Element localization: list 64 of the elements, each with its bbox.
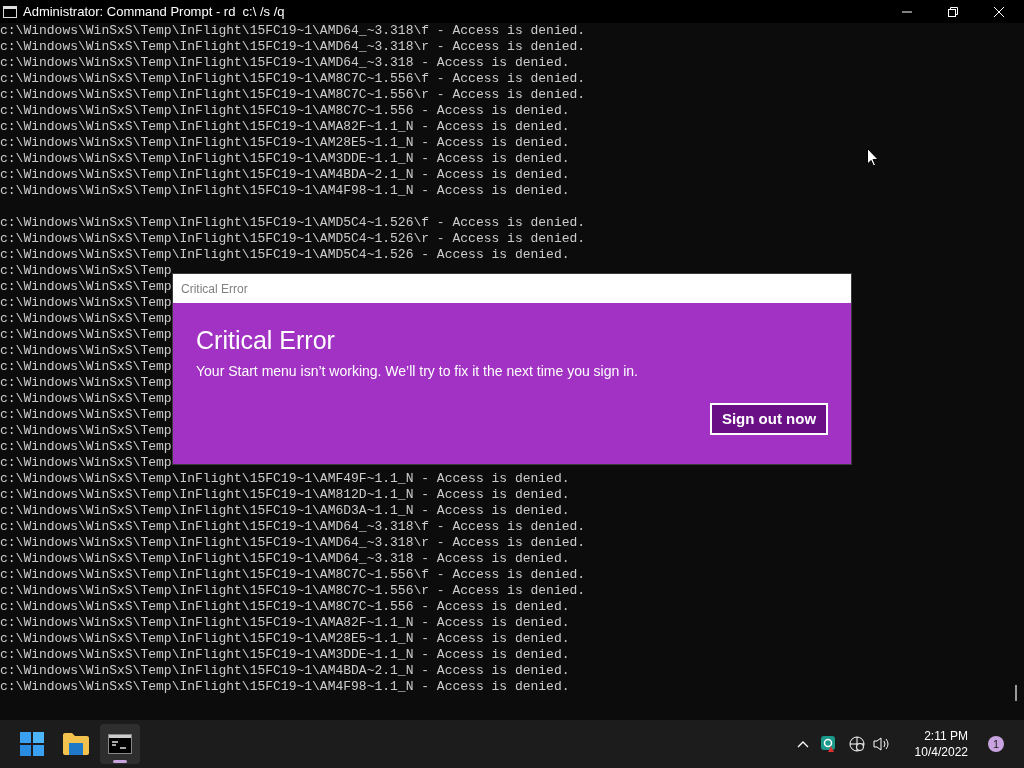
console-line: c:\Windows\WinSxS\Temp\InFlight\15FC19~1\AM28E5~1.1_N - Access is denied.: [0, 631, 570, 647]
console-line: c:\Windows\WinSxS\Temp\InFlight\15FC19~1\AM8C7C~1.556 - Access is denied.: [0, 103, 570, 119]
console-line: c:\Windows\WinSxS\Temp\InFlight\15FC19~1\AMF49F~1.1_N - Access is denied.: [0, 471, 570, 487]
console-line: c:\Windows\WinSxS\Temp\InFlight\15FC19~1\AM6D3A~1.1_N - Access is denied.: [0, 503, 570, 519]
clock[interactable]: 2:11 PM 10/4/2022: [914, 728, 968, 760]
console-line: c:\Windows\WinSxS\Temp\InFlight\15FC19~1\AMD64_~3.318\f - Access is denied.: [0, 23, 586, 39]
folder-icon: [63, 733, 89, 755]
console-line: c:\Windows\WinSxS\Temp\InFlight\15FC19~1\AM3DDE~1.1_N - Access is denied.: [0, 151, 570, 167]
close-icon[interactable]: [994, 6, 1004, 17]
console-line: c:\Windows\WinSxS\Temp: [0, 279, 172, 295]
taskbar-app-button[interactable]: [100, 724, 140, 764]
console-line: c:\Windows\WinSxS\Temp\InFlight\15FC19~1\AM8C7C~1.556\f - Access is denied.: [0, 567, 586, 583]
console-line: c:\Windows\WinSxS\Temp\InFlight\15FC19~1\AMD5C4~1.526 - Access is denied.: [0, 247, 570, 263]
window-title: Administrator: Command Prompt - rd c:\ /s /q: [23, 2, 285, 21]
terminal-icon: [108, 734, 132, 754]
notification-badge[interactable]: 1: [988, 736, 1004, 752]
console-line: c:\Windows\WinSxS\Temp\InFlight\15FC19~1\AMD5C4~1.526\r - Access is denied.: [0, 231, 586, 247]
console-line: c:\Windows\WinSxS\Temp\InFlight\15FC19~1\AM8C7C~1.556\r - Access is denied.: [0, 583, 586, 599]
console-line: c:\Windows\WinSxS\Temp: [0, 311, 172, 327]
console-line: c:\Windows\WinSxS\Temp\InFlight\15FC19~1\AM8C7C~1.556 - Access is denied.: [0, 599, 570, 615]
console-line: c:\Windows\WinSxS\Temp: [0, 327, 172, 343]
console-line: c:\Windows\WinSxS\Temp\InFlight\15FC19~1\AMD64_~3.318 - Access is denied.: [0, 551, 570, 567]
active-indicator: [113, 760, 127, 763]
console-line: c:\Windows\WinSxS\Temp\InFlight\15FC19~1\AM4F98~1.1_N - Access is denied.: [0, 183, 570, 199]
console-line: c:\Windows\WinSxS\Temp: [0, 343, 172, 359]
dialog-title: Critical Error: [181, 280, 248, 297]
app-tray-icon[interactable]: [820, 736, 837, 752]
sign-out-button[interactable]: Sign out now: [710, 403, 828, 435]
console-line: c:\Windows\WinSxS\Temp: [0, 407, 172, 423]
console-line: c:\Windows\WinSxS\Temp: [0, 391, 172, 407]
maximize-icon[interactable]: [948, 6, 958, 17]
time-text: 2:11 PM: [924, 728, 968, 744]
globe-icon[interactable]: [848, 736, 865, 752]
console-line: c:\Windows\WinSxS\Temp\InFlight\15FC19~1\AM8C7C~1.556\f - Access is denied.: [0, 71, 586, 87]
console-line: c:\Windows\WinSxS\Temp\InFlight\15FC19~1\AM8C7C~1.556\r - Access is denied.: [0, 87, 586, 103]
console-line: c:\Windows\WinSxS\Temp: [0, 375, 172, 391]
dialog-heading: Critical Error: [196, 325, 335, 355]
console-line: c:\Windows\WinSxS\Temp\InFlight\15FC19~1\AMD64_~3.318\r - Access is denied.: [0, 535, 586, 551]
console-line: c:\Windows\WinSxS\Temp: [0, 423, 172, 439]
console-line: c:\Windows\WinSxS\Temp\InFlight\15FC19~1\AM4F98~1.1_N - Access is denied.: [0, 679, 570, 695]
chevron-up-icon[interactable]: [796, 740, 809, 748]
console-line: c:\Windows\WinSxS\Temp: [0, 439, 172, 455]
scrollbar-thumb[interactable]: [1015, 685, 1017, 701]
console-line: c:\Windows\WinSxS\Temp: [0, 263, 172, 279]
console-line: c:\Windows\WinSxS\Temp\InFlight\15FC19~1\AMD64_~3.318\f - Access is denied.: [0, 519, 586, 535]
console-line: c:\Windows\WinSxS\Temp\InFlight\15FC19~1\AM4BDA~2.1_N - Access is denied.: [0, 663, 570, 679]
console-line: c:\Windows\WinSxS\Temp: [0, 359, 172, 375]
console-line: c:\Windows\WinSxS\Temp\InFlight\15FC19~1\AMD5C4~1.526\f - Access is denied.: [0, 215, 586, 231]
console-line: c:\Windows\WinSxS\Temp: [0, 295, 172, 311]
speaker-icon[interactable]: [872, 736, 891, 752]
windows-logo-icon: [20, 732, 44, 756]
console-line: c:\Windows\WinSxS\Temp\InFlight\15FC19~1\AMD64_~3.318\r - Access is denied.: [0, 39, 586, 55]
console-line: c:\Windows\WinSxS\Temp: [0, 455, 172, 471]
mouse-cursor-icon: [867, 148, 879, 167]
dialog-message: Your Start menu isn’t working. We’ll try to fix it the next time you sign in.: [196, 363, 638, 379]
console-line: c:\Windows\WinSxS\Temp\InFlight\15FC19~1\AM812D~1.1_N - Access is denied.: [0, 487, 570, 503]
console-line: c:\Windows\WinSxS\Temp\InFlight\15FC19~1\AM4BDA~2.1_N - Access is denied.: [0, 167, 570, 183]
console-line: c:\Windows\WinSxS\Temp\InFlight\15FC19~1\AMA82F~1.1_N - Access is denied.: [0, 615, 570, 631]
console-line: c:\Windows\WinSxS\Temp\InFlight\15FC19~1\AMA82F~1.1_N - Access is denied.: [0, 119, 570, 135]
console-line: c:\Windows\WinSxS\Temp\InFlight\15FC19~1\AM3DDE~1.1_N - Access is denied.: [0, 647, 570, 663]
console-line: c:\Windows\WinSxS\Temp\InFlight\15FC19~1\AMD64_~3.318 - Access is denied.: [0, 55, 570, 71]
console-app-icon: [3, 5, 17, 18]
date-text: 10/4/2022: [914, 744, 968, 760]
console-line: c:\Windows\WinSxS\Temp\InFlight\15FC19~1\AM28E5~1.1_N - Access is denied.: [0, 135, 570, 151]
